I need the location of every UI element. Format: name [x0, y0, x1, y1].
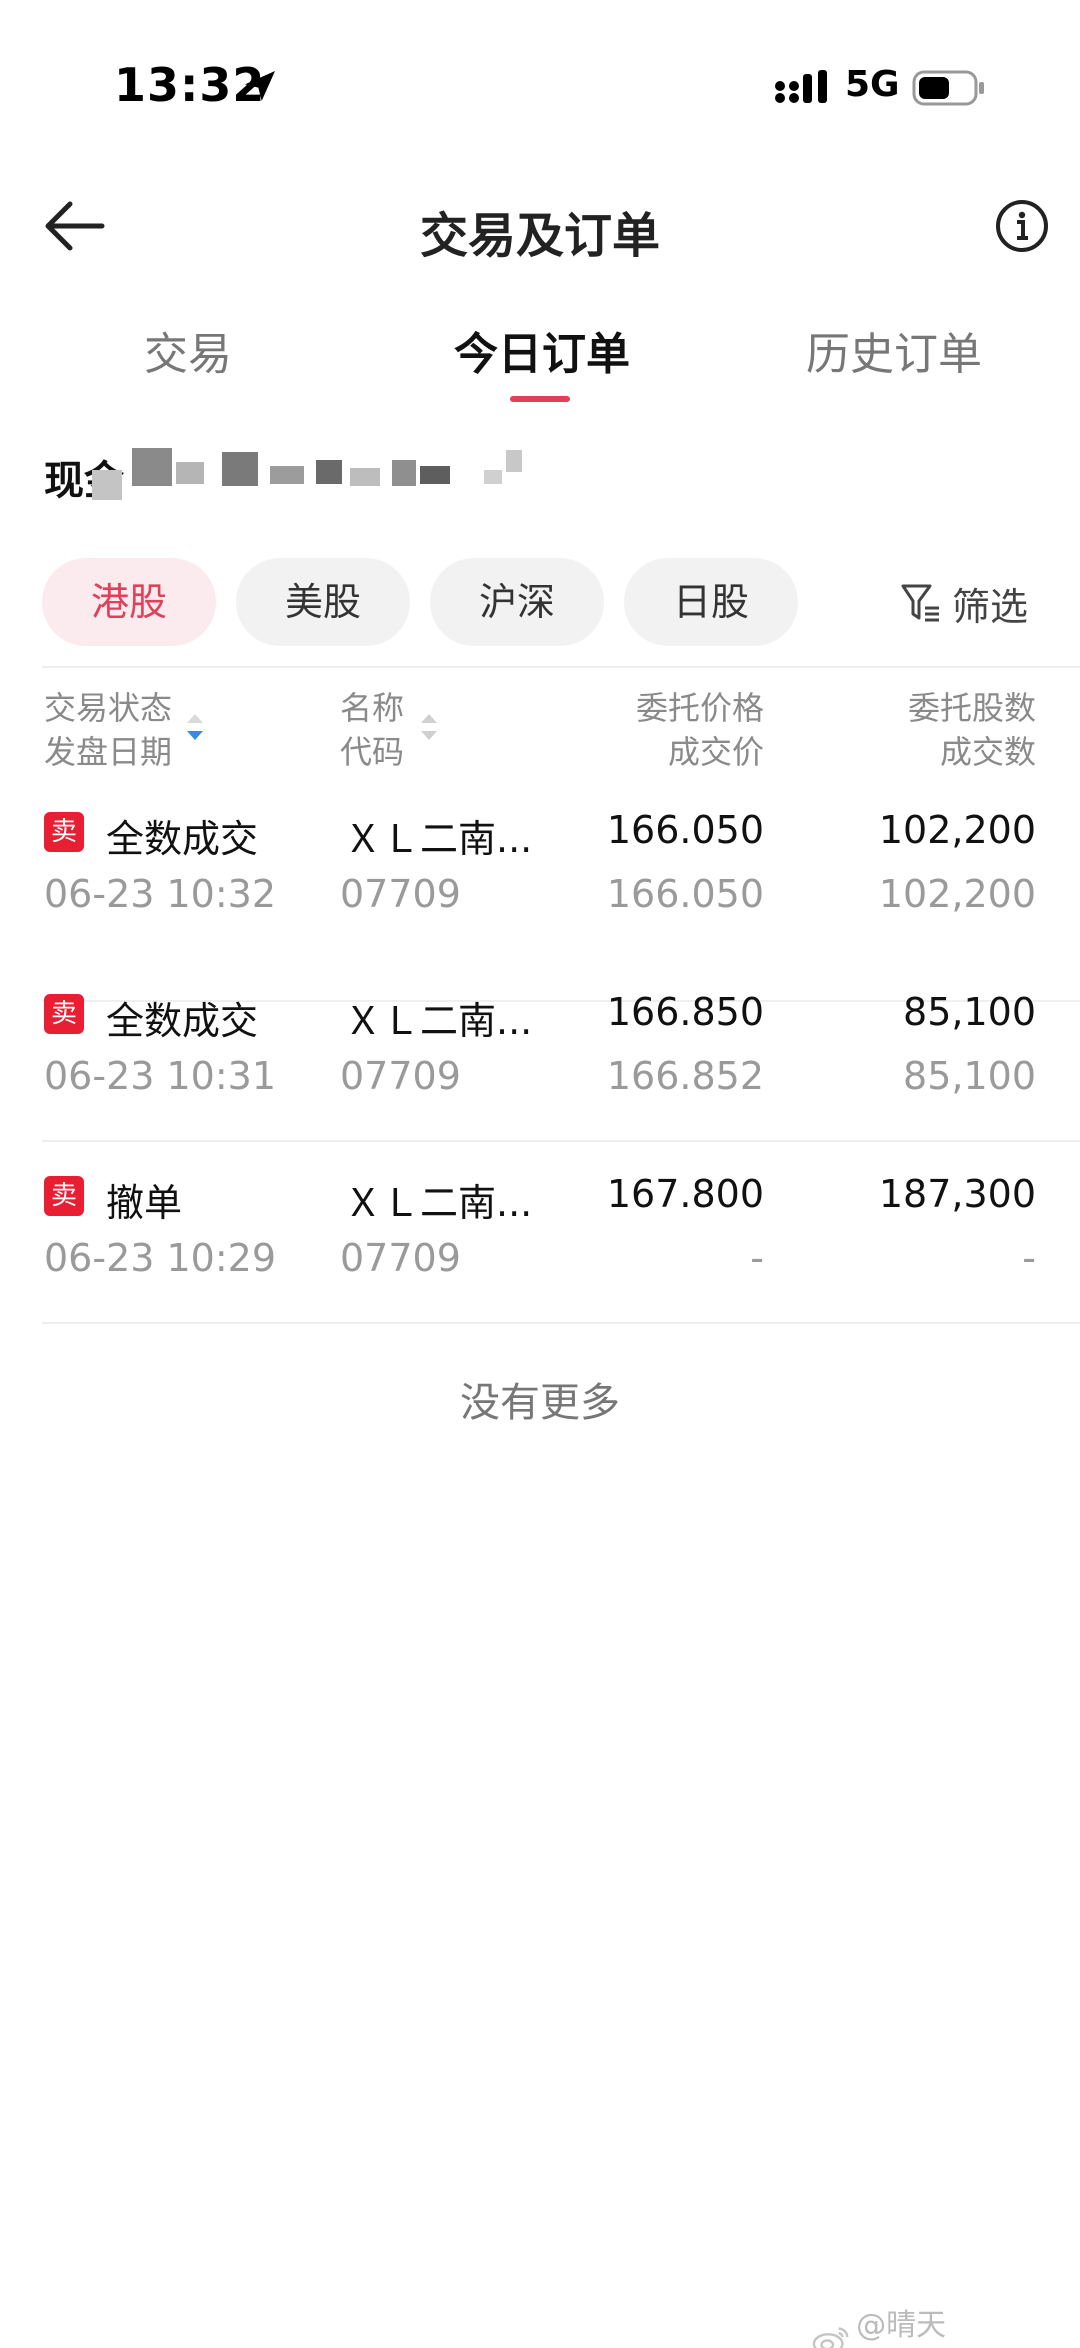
watermark-text: @晴天WilliamLu [856, 2308, 1001, 2348]
watermark: @晴天WilliamLu [812, 2300, 1080, 2348]
stock-code: 07709 [340, 872, 461, 916]
order-qty: 102,200 [878, 808, 1036, 852]
deal-qty: 102,200 [878, 872, 1036, 916]
deal-price: - [750, 1236, 764, 1280]
order-price: 166.850 [606, 990, 764, 1034]
filter-label: 筛选 [952, 584, 1029, 629]
battery-icon [912, 70, 984, 106]
sort-icon[interactable] [418, 712, 440, 742]
row-divider [42, 1140, 1080, 1142]
market-chip-cn[interactable]: 沪深 [430, 558, 604, 646]
tab-today-orders[interactable]: 今日订单 [454, 318, 630, 382]
column-header-price: 委托价格 成交价 [560, 686, 764, 774]
sell-badge: 卖 [44, 1176, 84, 1216]
market-chip-us[interactable]: 美股 [236, 558, 410, 646]
order-date: 06-23 10:29 [44, 1236, 277, 1280]
deal-price: 166.050 [606, 872, 764, 916]
deal-qty: - [1022, 1236, 1036, 1280]
order-row[interactable]: 卖 全数成交 06-23 10:31 ＸＬ二南... 07709 166.850… [0, 982, 1080, 1164]
filter-icon [901, 584, 939, 622]
order-price: 167.800 [606, 1172, 764, 1216]
network-type: 5G [845, 64, 900, 105]
sell-badge: 卖 [44, 812, 84, 852]
stock-code: 07709 [340, 1236, 461, 1280]
info-icon[interactable] [994, 198, 1050, 254]
no-more-label: 没有更多 [460, 1380, 620, 1426]
cellular-signal-icon [775, 70, 827, 103]
filter-button[interactable]: 筛选 [900, 578, 1029, 629]
order-date: 06-23 10:32 [44, 872, 277, 916]
status-bar: 13:32 5G [0, 0, 1080, 140]
market-chip-jp[interactable]: 日股 [624, 558, 798, 646]
column-label-deal-qty: 成交数 [939, 733, 1036, 771]
tab-history-orders[interactable]: 历史订单 [806, 318, 982, 382]
stock-name: ＸＬ二南... [344, 1181, 533, 1225]
order-qty: 85,100 [903, 990, 1036, 1034]
order-status: 全数成交 [106, 999, 259, 1043]
stock-name: ＸＬ二南... [344, 817, 533, 861]
column-label-status: 交易状态 [44, 689, 173, 727]
stock-code: 07709 [340, 1054, 461, 1098]
divider [42, 666, 1080, 668]
column-header-status[interactable]: 交易状态 发盘日期 [44, 686, 172, 774]
stock-name: ＸＬ二南... [344, 999, 533, 1043]
order-row[interactable]: 卖 撤单 06-23 10:29 ＸＬ二南... 07709 167.800 -… [0, 1164, 1080, 1346]
deal-price: 166.852 [606, 1054, 764, 1098]
order-qty: 187,300 [878, 1172, 1036, 1216]
column-header-name[interactable]: 名称 代码 [340, 686, 404, 774]
column-label-qty: 委托股数 [907, 689, 1036, 727]
column-label-deal-price: 成交价 [667, 733, 764, 771]
active-tab-indicator [510, 396, 570, 402]
weibo-icon [812, 2326, 849, 2348]
sell-badge: 卖 [44, 994, 84, 1034]
market-chip-hk[interactable]: 港股 [42, 558, 216, 646]
deal-qty: 85,100 [903, 1054, 1036, 1098]
column-label-code: 代码 [340, 733, 405, 771]
location-arrow-icon [245, 71, 275, 101]
order-date: 06-23 10:31 [44, 1054, 277, 1098]
column-label-date: 发盘日期 [44, 733, 173, 771]
order-status: 撤单 [106, 1181, 183, 1225]
order-price: 166.050 [606, 808, 764, 852]
order-row[interactable]: 卖 全数成交 06-23 10:32 ＸＬ二南... 07709 166.050… [0, 800, 1080, 982]
column-header-qty: 委托股数 成交数 [830, 686, 1036, 774]
sort-active-icon[interactable] [184, 712, 206, 742]
tab-trade[interactable]: 交易 [144, 318, 232, 382]
column-label-name: 名称 [340, 689, 405, 727]
page-title: 交易及订单 [419, 208, 660, 264]
row-divider [42, 1322, 1080, 1324]
column-label-price: 委托价格 [635, 689, 764, 727]
order-status: 全数成交 [106, 817, 259, 861]
